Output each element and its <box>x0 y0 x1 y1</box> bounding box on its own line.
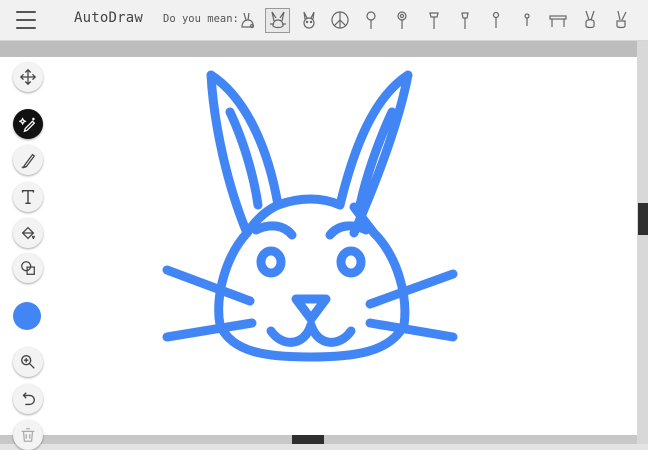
undo-button[interactable] <box>13 384 43 414</box>
zoom-tool-button[interactable] <box>13 347 43 377</box>
vertical-scrollbar[interactable] <box>637 41 648 444</box>
suggestion-lollipop-icon[interactable] <box>359 8 384 33</box>
delete-button[interactable] <box>13 420 43 450</box>
hamburger-menu-icon[interactable] <box>16 11 36 29</box>
move-arrows-icon <box>19 68 37 86</box>
top-band <box>0 41 648 57</box>
rabbit-head-top <box>273 194 345 210</box>
rabbit-nose <box>291 294 331 324</box>
rabbit-right-eye <box>336 246 366 278</box>
rabbit-left-brow <box>251 221 297 240</box>
suggestion-lollipop-swirl-icon[interactable] <box>390 8 415 33</box>
suggestion-table-icon[interactable] <box>546 8 571 33</box>
rabbit-whisker-right-top <box>365 269 458 309</box>
drawing-canvas[interactable] <box>0 57 637 435</box>
rabbit-drawing <box>162 70 458 362</box>
paint-bucket-icon <box>21 226 35 240</box>
rabbit-right-brow <box>325 221 371 240</box>
rabbit-whisker-left-bottom <box>162 318 257 342</box>
vertical-scroll-thumb[interactable] <box>638 203 648 235</box>
shape-tool-button[interactable] <box>13 253 43 283</box>
autodraw-tool-button[interactable] <box>13 109 43 139</box>
suggestion-push-pin-icon[interactable] <box>421 8 446 33</box>
rabbit-whisker-right-bottom <box>365 318 458 342</box>
suggestion-rabbit-head-icon[interactable] <box>265 7 291 33</box>
type-tool-button[interactable] <box>13 182 43 212</box>
rabbit-left-eye <box>256 246 286 278</box>
shapes-icon <box>21 261 35 275</box>
move-tool-button[interactable] <box>13 62 43 92</box>
top-bar: AutoDraw Do you mean: <box>0 0 648 41</box>
fill-tool-button[interactable] <box>13 218 43 248</box>
suggestion-peace-sign-icon[interactable] <box>328 8 353 33</box>
suggestion-strip <box>234 6 639 34</box>
suggestion-pin-icon[interactable] <box>452 8 477 33</box>
suggestion-pin-round-icon[interactable] <box>515 8 540 33</box>
text-icon <box>21 189 35 205</box>
zoom-in-icon <box>21 355 35 369</box>
pencil-icon <box>21 153 36 169</box>
suggestion-rabbit-face-icon[interactable] <box>296 8 321 33</box>
trash-icon <box>21 428 35 442</box>
suggestion-victory-hand-outline-icon[interactable] <box>608 8 633 33</box>
horizontal-scroll-thumb[interactable] <box>292 435 324 444</box>
draw-tool-button[interactable] <box>13 145 43 175</box>
autodraw-sparkle-pen-icon <box>19 117 36 133</box>
suggestion-label: Do you mean: <box>163 13 239 25</box>
suggestion-pin-small-icon[interactable] <box>484 8 509 33</box>
undo-icon <box>22 392 35 406</box>
rabbit-whisker-left-top <box>162 265 255 306</box>
color-picker-button[interactable] <box>13 302 41 330</box>
suggestion-victory-hand-icon[interactable] <box>577 8 602 33</box>
app-title: AutoDraw <box>74 10 144 26</box>
suggestion-rabbit-sitting-icon[interactable] <box>234 8 259 33</box>
rabbit-mouth <box>266 320 356 347</box>
